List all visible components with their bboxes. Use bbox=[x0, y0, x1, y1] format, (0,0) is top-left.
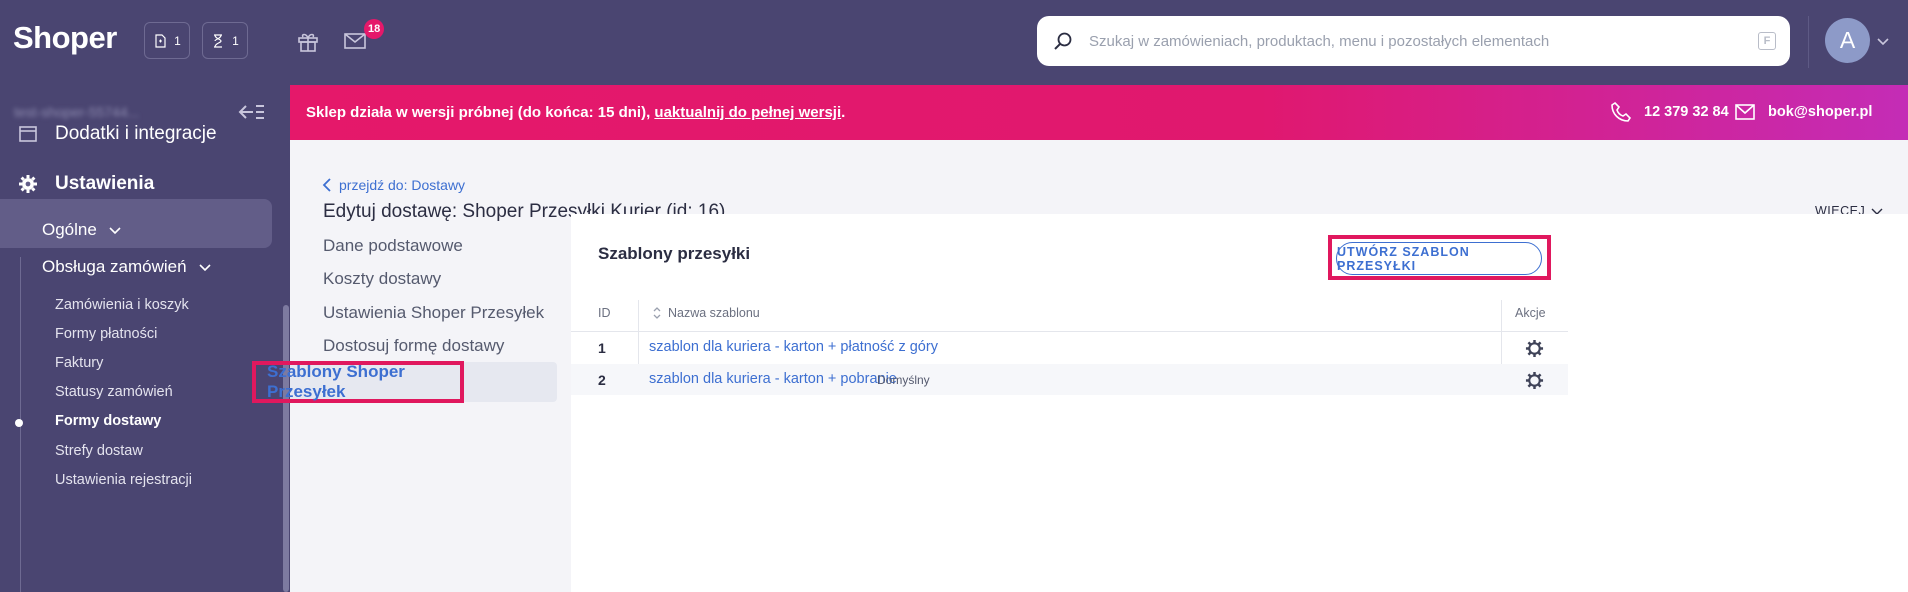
back-link[interactable]: przejdź do: Dostawy bbox=[322, 177, 465, 193]
chevron-down-icon[interactable] bbox=[1876, 34, 1890, 48]
phone-icon bbox=[1611, 101, 1632, 122]
mail-badge: 18 bbox=[364, 19, 385, 39]
upgrade-link[interactable]: uaktualnij do pełnej wersji bbox=[654, 104, 841, 121]
collapse-sidebar-icon[interactable] bbox=[237, 101, 265, 123]
card-title: Szablony przesyłki bbox=[598, 244, 751, 263]
sidebar-scrollbar[interactable] bbox=[283, 305, 289, 592]
sidebar-item-label: Strefy dostaw bbox=[55, 443, 143, 459]
sidebar-item-settings[interactable]: Ustawienia bbox=[18, 173, 154, 195]
search-input[interactable] bbox=[1089, 16, 1729, 66]
subnav-delivery-costs[interactable]: Koszty dostawy bbox=[323, 269, 441, 289]
template-name-link[interactable]: szablon dla kuriera - karton + płatność … bbox=[649, 339, 938, 355]
orders-counter-button[interactable]: 1 bbox=[144, 22, 190, 59]
sidebar-item-label: Ustawienia rejestracji bbox=[55, 472, 192, 488]
support-email[interactable]: bok@shoper.pl bbox=[1734, 101, 1872, 123]
sidebar-item-order-statuses[interactable]: Statusy zamówień bbox=[55, 384, 173, 400]
sidebar-item-invoices[interactable]: Faktury bbox=[55, 355, 103, 371]
template-name-link[interactable]: szablon dla kuriera - karton + pobranie bbox=[649, 371, 897, 387]
sidebar: test-shoper-55744... Dodatki i integracj… bbox=[0, 85, 290, 592]
chevron-left-icon bbox=[322, 178, 331, 192]
column-header-actions: Akcje bbox=[1515, 306, 1546, 320]
back-link-label: przejdź do: Dostawy bbox=[339, 177, 466, 193]
sidebar-item-registration-settings[interactable]: Ustawienia rejestracji bbox=[55, 472, 192, 488]
trial-message: Sklep działa w wersji próbnej (do końca:… bbox=[306, 104, 655, 121]
gift-icon[interactable] bbox=[296, 29, 320, 53]
sidebar-item-general[interactable]: Ogólne bbox=[42, 220, 122, 240]
current-page-dot bbox=[15, 419, 23, 427]
gear-icon[interactable] bbox=[1525, 371, 1544, 390]
sidebar-item-label: Faktury bbox=[55, 355, 104, 371]
topbar-divider bbox=[1808, 16, 1809, 68]
templates-card: Szablony przesyłki bbox=[571, 214, 1908, 592]
sidebar-item-order-handling[interactable]: Obsługa zamówień bbox=[42, 257, 212, 277]
sidebar-item-label: Statusy zamówień bbox=[55, 384, 173, 400]
subnav-basic-data[interactable]: Dane podstawowe bbox=[323, 236, 463, 256]
email-address: bok@shoper.pl bbox=[1768, 104, 1873, 120]
column-header-name[interactable]: Nazwa szablonu bbox=[652, 306, 760, 320]
search-shortcut-hint: F bbox=[1758, 32, 1776, 50]
sidebar-item-delivery-zones[interactable]: Strefy dostaw bbox=[55, 443, 143, 459]
pending-counter-button[interactable]: 1 bbox=[202, 22, 248, 59]
sidebar-item-label: Ustawienia bbox=[55, 173, 155, 194]
trial-message-end: . bbox=[841, 104, 846, 121]
top-bar: Shoper 1 1 18 F A bbox=[0, 0, 1908, 85]
orders-count: 1 bbox=[174, 33, 181, 48]
sidebar-item-label: Ogólne bbox=[42, 220, 97, 239]
sort-icon bbox=[653, 307, 661, 319]
subnav-templates[interactable]: Szablony Shoper Przesyłek bbox=[252, 361, 464, 403]
document-icon bbox=[155, 33, 166, 48]
chevron-down-icon bbox=[199, 264, 211, 272]
mail-icon[interactable] bbox=[343, 29, 367, 53]
mail-icon bbox=[1735, 104, 1755, 120]
trial-banner-text: Sklep działa w wersji próbnej (do końca:… bbox=[306, 104, 845, 121]
sidebar-active-highlight bbox=[0, 199, 272, 248]
hourglass-icon bbox=[214, 33, 223, 48]
shoper-logo[interactable]: Shoper bbox=[13, 20, 117, 56]
sidebar-item-payment-methods[interactable]: Formy płatności bbox=[55, 326, 157, 342]
sidebar-item-orders-cart[interactable]: Zamówienia i koszyk bbox=[55, 297, 189, 313]
trial-banner: Sklep działa w wersji próbnej (do końca:… bbox=[290, 85, 1908, 140]
template-id: 1 bbox=[598, 340, 606, 356]
window-icon bbox=[19, 126, 37, 142]
chevron-down-icon bbox=[109, 227, 121, 235]
shop-name[interactable]: test-shoper-55744... bbox=[14, 104, 139, 120]
user-avatar[interactable]: A bbox=[1825, 18, 1870, 63]
global-search: F bbox=[1037, 16, 1790, 66]
column-header-id[interactable]: ID bbox=[598, 306, 611, 320]
default-badge: Domyślny bbox=[877, 373, 930, 387]
sidebar-item-label: Formy dostawy bbox=[55, 413, 162, 429]
template-id: 2 bbox=[598, 372, 606, 388]
sidebar-item-label: Zamówienia i koszyk bbox=[55, 297, 189, 313]
sidebar-item-delivery-methods[interactable]: Formy dostawy bbox=[55, 413, 161, 429]
pending-count: 1 bbox=[232, 33, 239, 48]
column-header-name-label: Nazwa szablonu bbox=[668, 306, 760, 320]
sidebar-item-label: Dodatki i integracje bbox=[55, 123, 217, 144]
gear-icon bbox=[19, 175, 37, 193]
create-template-button[interactable]: UTWÓRZ SZABLON PRZESYŁKI bbox=[1336, 242, 1542, 275]
table-header-divider bbox=[571, 331, 1568, 332]
gear-icon[interactable] bbox=[1525, 339, 1544, 358]
search-icon bbox=[1054, 32, 1072, 50]
subnav-shoper-settings[interactable]: Ustawienia Shoper Przesyłek bbox=[323, 303, 544, 323]
sidebar-item-label: Formy płatności bbox=[55, 326, 158, 342]
subnav-customize-delivery[interactable]: Dostosuj formę dostawy bbox=[323, 336, 504, 356]
sidebar-item-integrations[interactable]: Dodatki i integracje bbox=[18, 123, 217, 145]
phone-number: 12 379 32 84 bbox=[1644, 104, 1729, 120]
support-phone[interactable]: 12 379 32 84 bbox=[1610, 101, 1729, 123]
sidebar-item-label: Obsługa zamówień bbox=[42, 257, 187, 276]
